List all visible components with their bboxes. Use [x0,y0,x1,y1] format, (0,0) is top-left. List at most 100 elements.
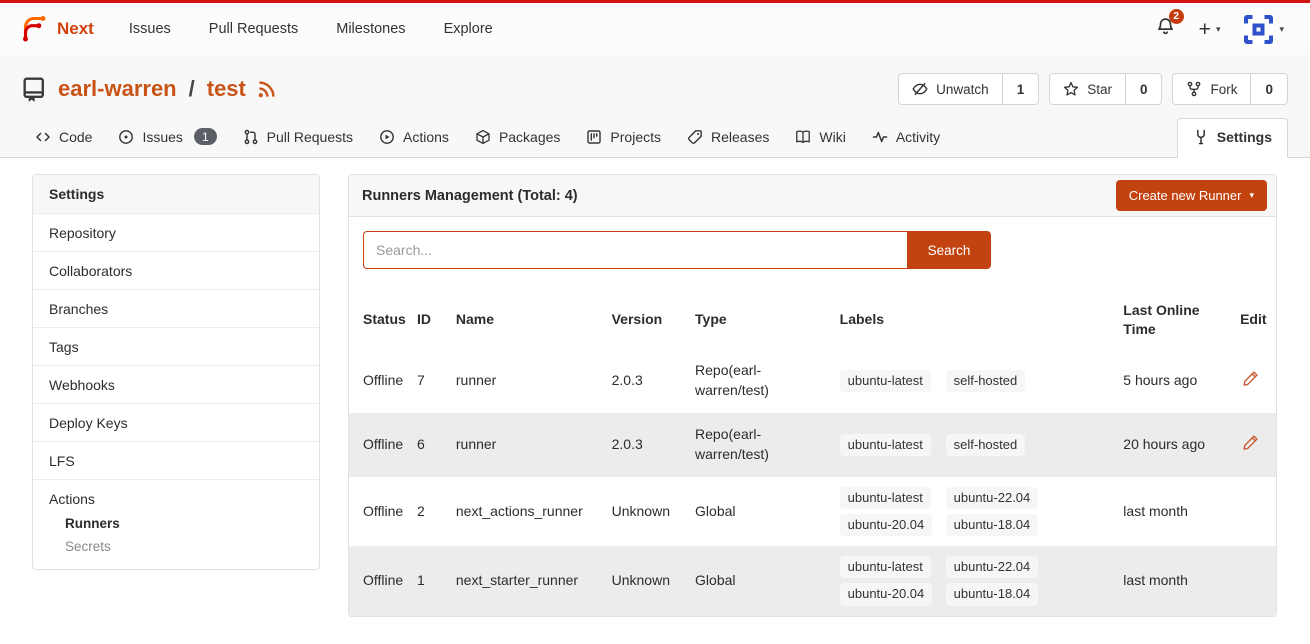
create-runner-button[interactable]: Create new Runner ▾ [1116,180,1267,211]
runner-type: Global [691,546,836,615]
eye-slash-icon [912,81,928,97]
runner-label-chip: ubuntu-20.04 [840,514,933,536]
col-header-type: Type [691,291,836,349]
sidebar-item-webhooks[interactable]: Webhooks [33,365,319,403]
sidebar-subitem-runners[interactable]: Runners [65,516,303,531]
runner-label-chip: self-hosted [946,370,1026,392]
repo-owner-link[interactable]: earl-warren [58,76,177,102]
runner-id: 6 [413,413,452,477]
user-menu[interactable]: ▾ [1244,15,1284,44]
pulse-icon [872,129,888,145]
unwatch-label: Unwatch [936,82,989,97]
runner-row: Offline1next_starter_runnerUnknownGlobal… [349,546,1276,615]
sidebar-item-lfs[interactable]: LFS [33,441,319,479]
runner-id: 2 [413,477,452,546]
col-header-edit: Edit [1236,291,1276,349]
rss-feed-icon[interactable] [257,80,276,99]
runner-edit-cell [1236,477,1276,546]
star-count[interactable]: 0 [1125,74,1162,104]
forgejo-logo-icon[interactable] [20,15,48,43]
content: Settings RepositoryCollaboratorsBranches… [0,158,1310,617]
runner-label-chip: ubuntu-18.04 [946,514,1039,536]
tab-label: Pull Requests [267,129,353,145]
runner-label-chip: self-hosted [946,434,1026,456]
runner-labels: ubuntu-latest self-hosted [840,434,1116,456]
runner-id: 1 [413,546,452,615]
tab-releases[interactable]: Releases [674,119,782,157]
runner-label-chip: ubuntu-latest [840,487,931,509]
tab-projects[interactable]: Projects [573,119,674,157]
runner-label-chip: ubuntu-20.04 [840,583,933,605]
tag-icon [687,129,703,145]
sidebar-item-actions[interactable]: Actions [49,491,95,507]
notifications-button[interactable]: 2 [1156,17,1175,41]
sidebar-item-tags[interactable]: Tags [33,327,319,365]
tab-pull-requests[interactable]: Pull Requests [230,119,366,157]
repo-name-link[interactable]: test [207,76,246,102]
runners-table: StatusIDNameVersionTypeLabelsLast Online… [349,291,1276,616]
sidebar-group-actions: Actions Runners Secrets [33,479,319,569]
col-header-last-online-time: Last Online Time [1119,291,1236,349]
brand-label[interactable]: Next [57,19,94,39]
tab-wiki[interactable]: Wiki [782,119,858,157]
navbar-left: Next IssuesPull RequestsMilestonesExplor… [20,15,512,43]
sidebar-item-repository[interactable]: Repository [33,213,319,251]
nav-item-milestones[interactable]: Milestones [317,21,424,37]
runner-label-chip: ubuntu-22.04 [946,556,1039,578]
nav-item-issues[interactable]: Issues [110,21,190,37]
sidebar-item-deploy-keys[interactable]: Deploy Keys [33,403,319,441]
sidebar-subitem-secrets[interactable]: Secrets [65,539,303,554]
col-header-name: Name [452,291,608,349]
unwatch-button[interactable]: Unwatch [899,74,1002,104]
tab-code[interactable]: Code [22,119,105,157]
runner-name: runner [452,413,608,477]
runner-status: Offline [349,546,413,615]
sidebar-item-branches[interactable]: Branches [33,289,319,327]
navbar-right: 2 + ▾ ▾ [1156,15,1284,44]
runner-version: 2.0.3 [608,413,691,477]
runner-label-chip: ubuntu-latest [840,434,931,456]
tab-label: Projects [610,129,661,145]
edit-runner-button[interactable] [1240,368,1261,389]
tab-activity[interactable]: Activity [859,119,953,157]
tab-actions[interactable]: Actions [366,119,462,157]
col-header-status: Status [349,291,413,349]
runner-version: 2.0.3 [608,349,691,413]
runner-last-online: 5 hours ago [1119,349,1236,413]
star-label: Star [1087,82,1112,97]
tab-label: Actions [403,129,449,145]
runner-last-online: 20 hours ago [1119,413,1236,477]
actions-icon [379,129,395,145]
fork-button[interactable]: Fork [1173,74,1250,104]
repo-header: earl-warren/test Unwatch1Star0Fork0 Code… [0,55,1310,158]
repo-actions: Unwatch1Star0Fork0 [898,73,1288,105]
table-header-row: StatusIDNameVersionTypeLabelsLast Online… [349,291,1276,349]
runner-edit-cell [1236,349,1276,413]
repo-title: earl-warren/test [22,76,898,103]
runner-labels: ubuntu-latestubuntu-22.04ubuntu-20.04ubu… [840,556,1116,605]
runner-row: Offline7runner2.0.3Repo(earl-warren/test… [349,349,1276,413]
runner-name: next_actions_runner [452,477,608,546]
search-button[interactable]: Search [907,231,991,269]
nav-item-explore[interactable]: Explore [425,21,512,37]
runner-type: Repo(earl-warren/test) [691,413,836,477]
tools-icon [1193,129,1209,145]
notification-count-badge: 2 [1169,9,1184,24]
tab-packages[interactable]: Packages [462,119,573,157]
nav-items: IssuesPull RequestsMilestonesExplore [110,20,512,38]
create-new-dropdown[interactable]: + ▾ [1199,19,1221,40]
settings-sidebar: Settings RepositoryCollaboratorsBranches… [32,174,320,570]
sidebar-item-collaborators[interactable]: Collaborators [33,251,319,289]
nav-item-pull-requests[interactable]: Pull Requests [190,21,317,37]
runner-row: Offline2next_actions_runnerUnknownGlobal… [349,477,1276,546]
search-input[interactable] [363,231,907,269]
tab-issues[interactable]: Issues1 [105,119,229,157]
runner-type: Global [691,477,836,546]
sidebar-items: RepositoryCollaboratorsBranchesTagsWebho… [33,213,319,479]
tab-settings[interactable]: Settings [1177,118,1288,158]
fork-count[interactable]: 0 [1250,74,1287,104]
edit-runner-button[interactable] [1240,432,1261,453]
unwatch-count[interactable]: 1 [1002,74,1039,104]
star-button[interactable]: Star [1050,74,1125,104]
actions-subitems: Runners Secrets [49,516,303,554]
